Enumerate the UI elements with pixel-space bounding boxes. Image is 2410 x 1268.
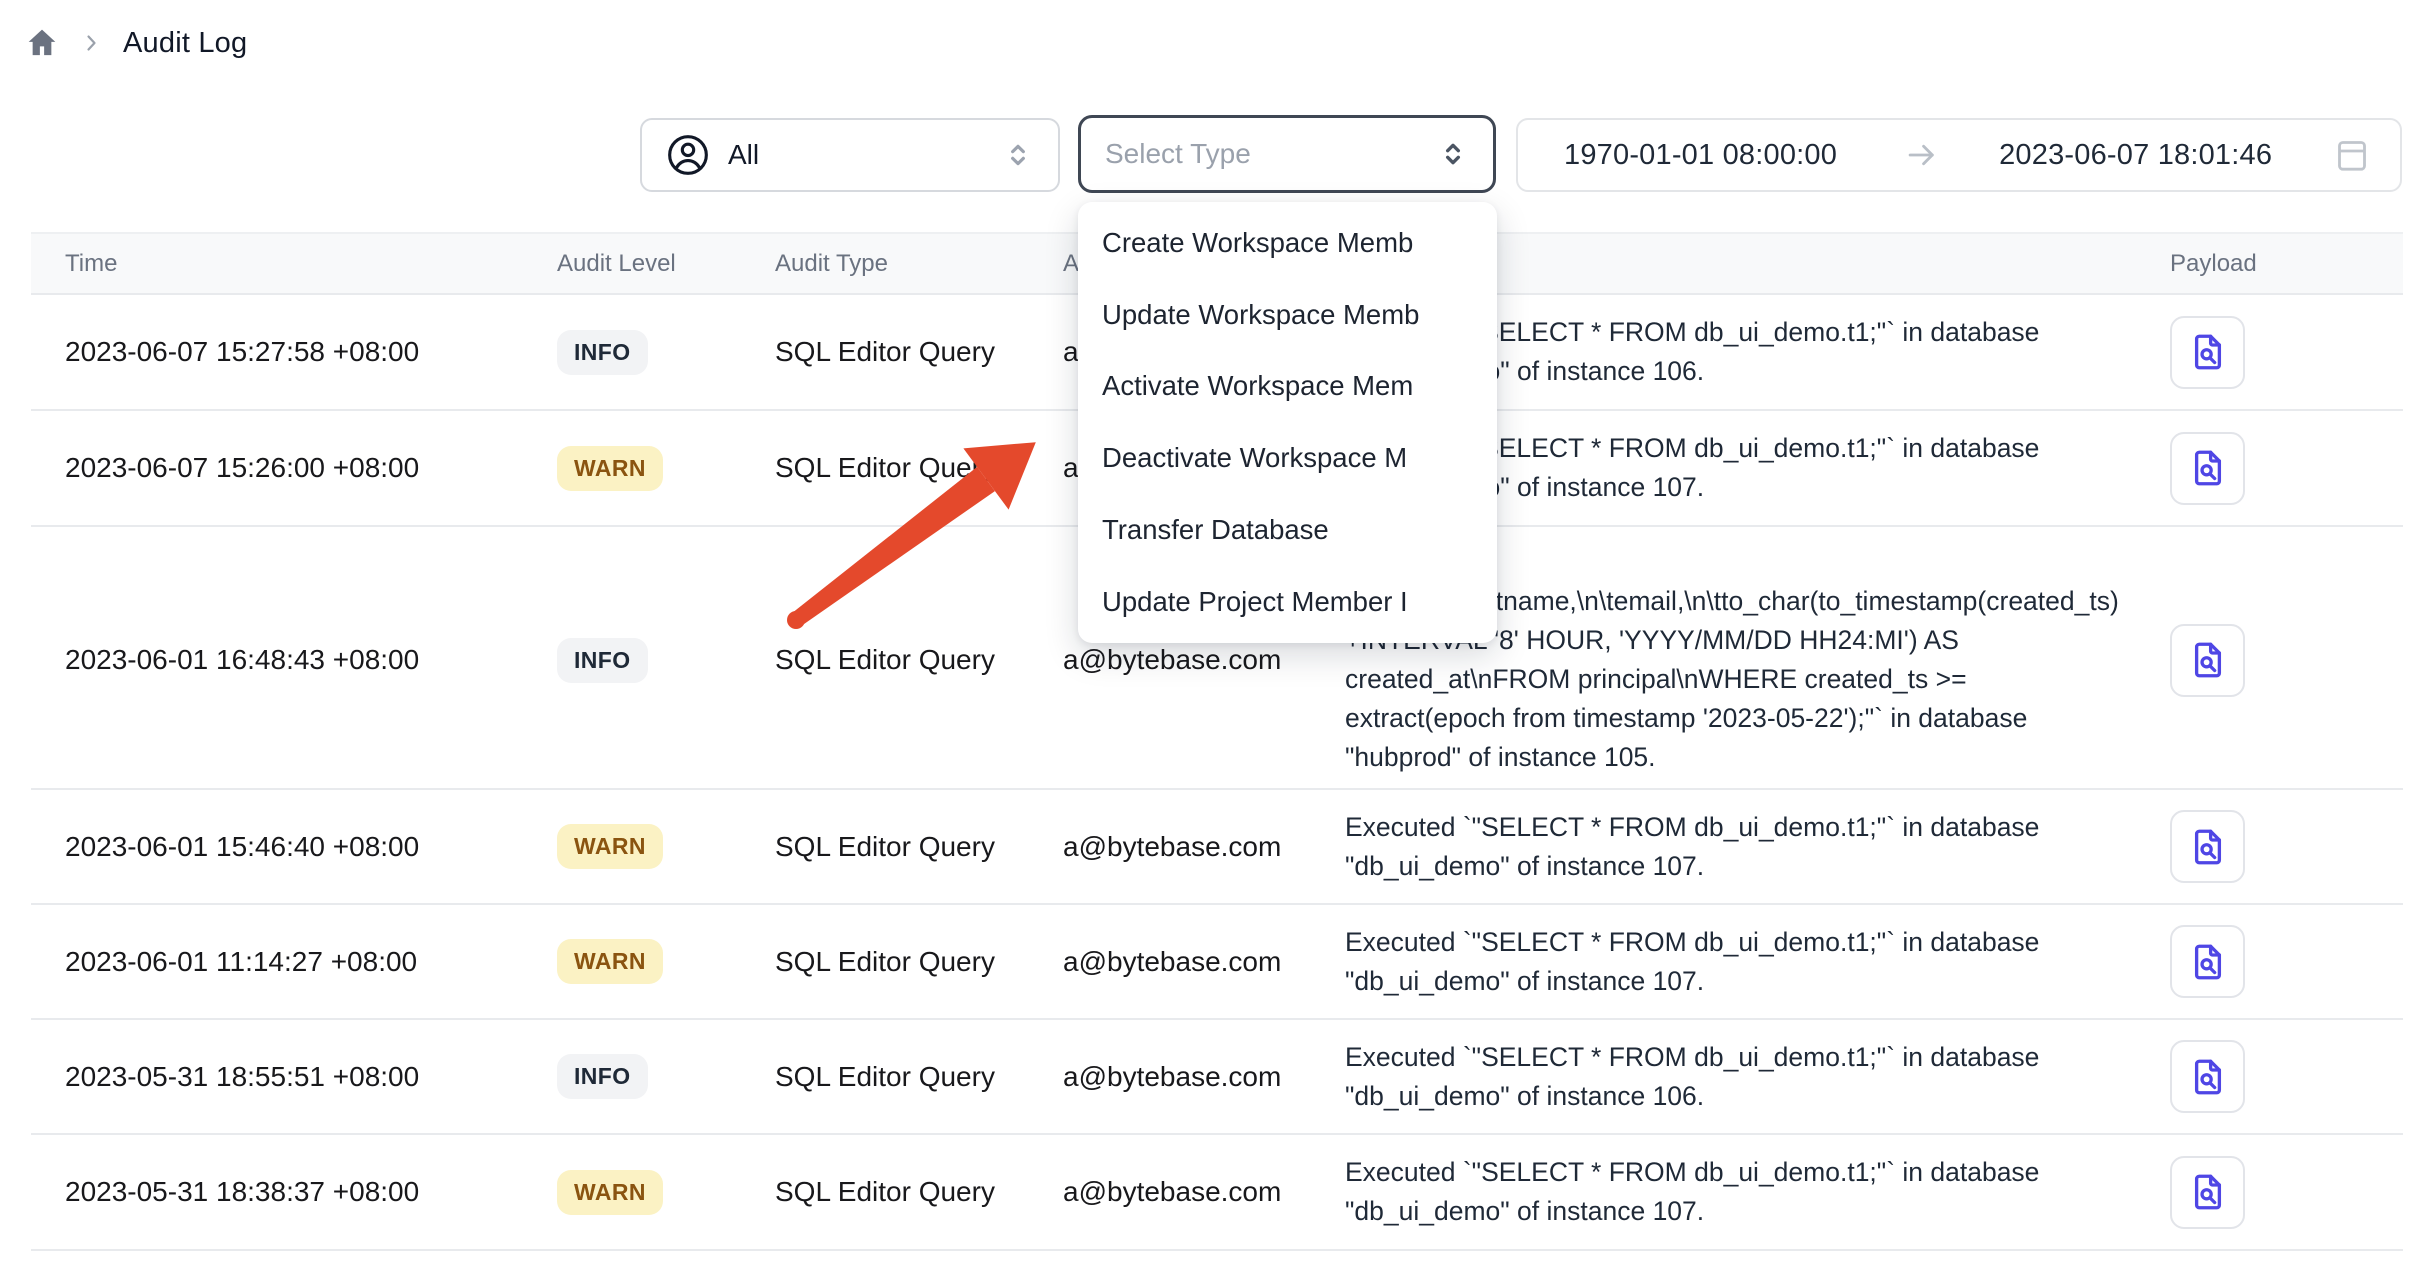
file-search-icon	[2187, 941, 2229, 983]
payload-view-button[interactable]	[2170, 624, 2245, 697]
date-range-start[interactable]: 1970-01-01 08:00:00	[1564, 139, 1837, 172]
audit-level-badge: WARN	[557, 824, 663, 869]
audit-actor: a@bytebase.com	[1063, 644, 1345, 676]
audit-time: 2023-05-31 18:38:37 +08:00	[31, 1176, 557, 1208]
audit-comment: Executed `"SELECT * FROM db_ui_demo.t1;"…	[1345, 792, 2155, 902]
breadcrumb: Audit Log	[25, 26, 247, 60]
user-circle-icon	[666, 133, 710, 177]
menu-item-create-workspace-member[interactable]: Create Workspace Memb	[1078, 207, 1497, 279]
home-icon[interactable]	[25, 26, 59, 60]
menu-item-activate-workspace-member[interactable]: Activate Workspace Mem	[1078, 351, 1497, 423]
audit-time: 2023-06-07 15:27:58 +08:00	[31, 336, 557, 368]
audit-level-badge: WARN	[557, 1170, 663, 1215]
audit-level-badge: INFO	[557, 330, 648, 375]
date-range-picker[interactable]: 1970-01-01 08:00:00 2023-06-07 18:01:46	[1516, 118, 2402, 192]
audit-level-badge: INFO	[557, 638, 648, 683]
col-header-audit-type: Audit Type	[775, 250, 1063, 278]
file-search-icon	[2187, 826, 2229, 868]
audit-actor: a@bytebase.com	[1063, 831, 1345, 863]
file-search-icon	[2187, 639, 2229, 681]
audit-type: SQL Editor Query	[775, 1176, 1063, 1208]
file-search-icon	[2187, 447, 2229, 489]
file-search-icon	[2187, 1056, 2229, 1098]
actor-filter-value: All	[728, 139, 759, 171]
type-filter-select[interactable]: Select Type	[1078, 115, 1496, 193]
table-row: 2023-05-31 18:55:51 +08:00 INFO SQL Edit…	[31, 1020, 2403, 1135]
audit-time: 2023-06-07 15:26:00 +08:00	[31, 452, 557, 484]
payload-view-button[interactable]	[2170, 1156, 2245, 1229]
payload-view-button[interactable]	[2170, 1040, 2245, 1113]
audit-type: SQL Editor Query	[775, 452, 1063, 484]
payload-view-button[interactable]	[2170, 925, 2245, 998]
audit-log-page: Audit Log All Select Type 1970-01-01 08:…	[0, 0, 2410, 1268]
audit-comment: Executed `"SELECT * FROM db_ui_demo.t1;"…	[1345, 907, 2155, 1017]
audit-comment: Executed `"SELECT * FROM db_ui_demo.t1;"…	[1345, 1022, 2155, 1132]
audit-time: 2023-05-31 18:55:51 +08:00	[31, 1061, 557, 1093]
table-row: 2023-06-01 15:46:40 +08:00 WARN SQL Edit…	[31, 790, 2403, 905]
file-search-icon	[2187, 331, 2229, 373]
audit-type: SQL Editor Query	[775, 1061, 1063, 1093]
menu-item-update-workspace-member[interactable]: Update Workspace Memb	[1078, 279, 1497, 351]
audit-actor: a@bytebase.com	[1063, 1176, 1345, 1208]
audit-level-badge: WARN	[557, 939, 663, 984]
menu-item-update-project-member[interactable]: Update Project Member I	[1078, 566, 1497, 638]
col-header-payload: Payload	[2155, 250, 2403, 278]
table-row: 2023-06-01 11:14:27 +08:00 WARN SQL Edit…	[31, 905, 2403, 1020]
audit-type: SQL Editor Query	[775, 946, 1063, 978]
payload-view-button[interactable]	[2170, 316, 2245, 389]
audit-level-badge: INFO	[557, 1054, 648, 1099]
actor-filter-select[interactable]: All	[640, 118, 1060, 192]
audit-actor: a@bytebase.com	[1063, 1061, 1345, 1093]
col-header-time: Time	[31, 250, 557, 278]
menu-item-transfer-database[interactable]: Transfer Database	[1078, 494, 1497, 566]
type-filter-dropdown-menu: Create Workspace Memb Update Workspace M…	[1078, 202, 1497, 643]
calendar-icon[interactable]	[2332, 135, 2372, 175]
col-header-audit-level: Audit Level	[557, 250, 775, 278]
audit-type: SQL Editor Query	[775, 644, 1063, 676]
audit-time: 2023-06-01 16:48:43 +08:00	[31, 644, 557, 676]
arrow-right-icon	[1903, 136, 1941, 174]
audit-comment: Executed `"SELECT * FROM db_ui_demo.t1;"…	[1345, 1137, 2155, 1247]
menu-item-deactivate-workspace-member[interactable]: Deactivate Workspace M	[1078, 422, 1497, 494]
page-title: Audit Log	[123, 27, 247, 60]
audit-type: SQL Editor Query	[775, 336, 1063, 368]
chevron-right-icon	[79, 31, 103, 55]
audit-type: SQL Editor Query	[775, 831, 1063, 863]
payload-view-button[interactable]	[2170, 432, 2245, 505]
audit-actor: a@bytebase.com	[1063, 946, 1345, 978]
audit-time: 2023-06-01 15:46:40 +08:00	[31, 831, 557, 863]
date-range-end[interactable]: 2023-06-07 18:01:46	[1999, 139, 2272, 172]
audit-level-badge: WARN	[557, 446, 663, 491]
payload-view-button[interactable]	[2170, 810, 2245, 883]
type-filter-placeholder: Select Type	[1105, 138, 1251, 170]
table-row: 2023-05-31 18:38:37 +08:00 WARN SQL Edit…	[31, 1135, 2403, 1251]
chevrons-up-down-icon	[1002, 139, 1034, 171]
file-search-icon	[2187, 1171, 2229, 1213]
audit-time: 2023-06-01 11:14:27 +08:00	[31, 946, 557, 978]
chevrons-up-down-icon	[1437, 138, 1469, 170]
